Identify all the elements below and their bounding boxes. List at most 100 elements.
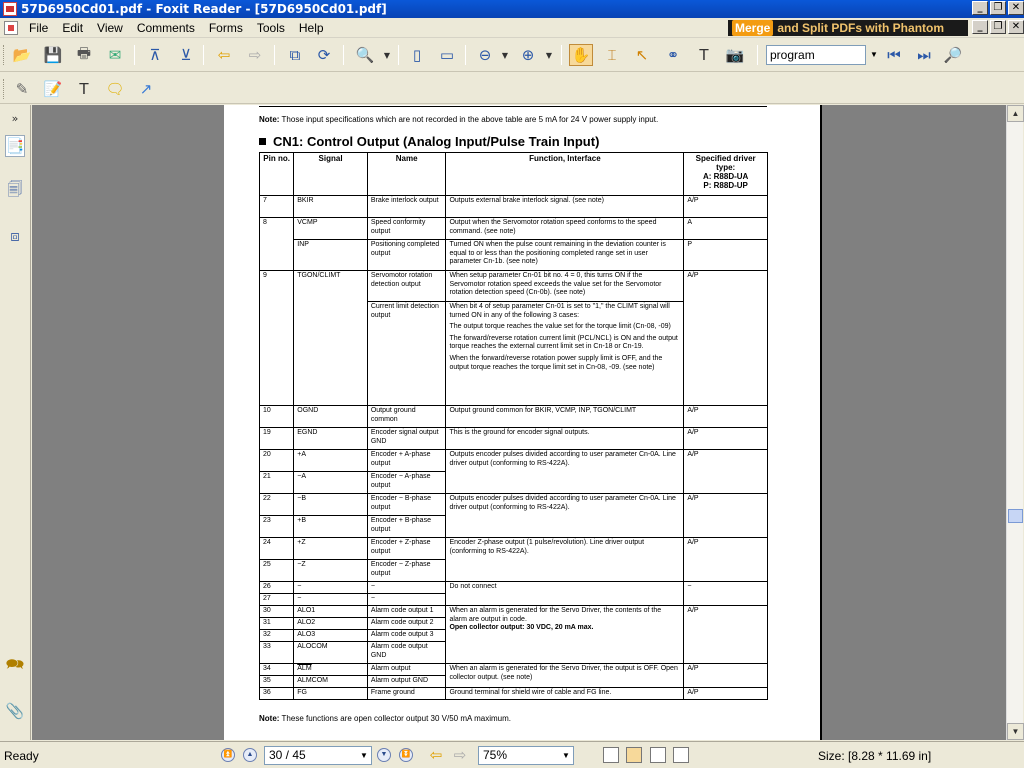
cell-signal: ALOCOM — [293, 641, 368, 664]
doc-close-button[interactable]: ✕ — [1008, 20, 1024, 34]
table-row: 7 BKIR Brake interlock output Outputs ex… — [258, 195, 768, 218]
bookmarks-icon[interactable]: 📑 — [5, 135, 25, 157]
forward-arrow-icon[interactable]: ⇨ — [243, 44, 267, 66]
prev-page-icon[interactable]: ▲ — [243, 748, 257, 762]
first-page-icon[interactable]: ⏫ — [221, 748, 235, 762]
table-row: INP Positioning completed output Turned … — [260, 239, 768, 271]
select-arrow-icon[interactable]: ↖ — [630, 44, 654, 66]
zoom-plus-dropdown-icon[interactable]: ▼ — [543, 44, 555, 66]
section-title-text: CN1: Control Output (Analog Input/Pulse … — [273, 134, 600, 149]
zoom-dropdown-icon[interactable]: ▼ — [560, 747, 572, 764]
status-back-icon[interactable]: ⇦ — [424, 744, 448, 766]
zoom-out-icon[interactable]: ⊖ — [473, 44, 497, 66]
close-button[interactable]: ✕ — [1008, 1, 1024, 15]
menu-tools[interactable]: Tools — [250, 19, 292, 37]
search-previous-icon[interactable]: ⏮ — [882, 44, 906, 66]
cell-pin: 30 — [258, 605, 295, 618]
status-forward-icon[interactable]: ⇨ — [448, 744, 472, 766]
restore-button[interactable]: ❐ — [990, 1, 1006, 15]
scroll-up-icon[interactable]: ▲ — [1007, 105, 1024, 122]
zoom-level-field[interactable]: 75% ▼ — [478, 746, 574, 765]
table-row: 19 EGND Encoder signal output GND This i… — [258, 427, 768, 450]
pages-thumbnails-icon[interactable]: 🗐 — [5, 180, 25, 202]
zoom-plus-icon[interactable]: ⊕ — [516, 44, 540, 66]
cell-name: Encoder − Z-phase output — [366, 559, 447, 582]
cell-signal: −A — [293, 471, 368, 494]
facing-view-icon[interactable] — [650, 747, 666, 763]
continuous-view-icon[interactable] — [626, 747, 642, 763]
cell-signal: −Z — [293, 559, 368, 582]
back-arrow-icon[interactable]: ⇦ — [212, 44, 236, 66]
search-icon[interactable]: 🔎 — [941, 44, 965, 66]
cell-pin: 21 — [258, 471, 295, 494]
zoom-dropdown-icon[interactable]: ▼ — [381, 44, 393, 66]
continuous-facing-view-icon[interactable] — [673, 747, 689, 763]
select-text-icon[interactable]: ⌶ — [600, 44, 624, 66]
header-signal: Signal — [293, 152, 368, 196]
rotate-pages-icon[interactable]: ⟳ — [312, 44, 336, 66]
bullet-square-icon — [259, 138, 266, 145]
toolbar-separator — [757, 45, 758, 65]
menu-forms[interactable]: Forms — [202, 19, 250, 37]
extract-pages-icon[interactable]: ⧉ — [283, 44, 307, 66]
zoom-out-dropdown-icon[interactable]: ▼ — [499, 44, 511, 66]
snapshot-camera-icon[interactable]: 📷 — [723, 44, 747, 66]
zoom-in-icon[interactable]: 🔍 — [353, 44, 377, 66]
last-page-icon[interactable]: ⏬ — [399, 748, 413, 762]
cell-driver: A/P — [683, 195, 768, 218]
comment-note-icon[interactable]: 🗨 — [103, 78, 127, 100]
promo-banner[interactable]: Merge and Split PDFs with Phantom — [728, 20, 968, 36]
table-header-row: Pin no. Signal Name Function, Interface … — [258, 152, 768, 196]
toolbar-separator — [561, 45, 562, 65]
function-text: When an alarm is generated for the Servo… — [449, 607, 662, 623]
vertical-scrollbar[interactable]: ▲ ▼ — [1006, 105, 1024, 740]
open-icon[interactable]: 📂 — [10, 44, 34, 66]
cell-name: Brake interlock output — [366, 195, 447, 218]
comments-panel-icon[interactable]: 🗪 — [5, 655, 25, 677]
document-view[interactable]: Note: Those input specifications which a… — [32, 105, 1006, 740]
email-icon[interactable]: ✉ — [103, 44, 127, 66]
search-dropdown-icon[interactable]: ▼ — [868, 45, 880, 65]
cell-signal: BKIR — [293, 195, 368, 218]
attachments-icon[interactable]: 📎 — [5, 700, 25, 722]
toolbar-grip[interactable] — [3, 45, 6, 65]
page-number-field[interactable]: 30 / 45 ▼ — [264, 746, 372, 765]
page-dropdown-icon[interactable]: ▼ — [358, 747, 370, 764]
panel-expand-icon[interactable]: » — [5, 107, 25, 129]
scroll-thumb[interactable] — [1008, 509, 1023, 523]
search-input[interactable]: program — [766, 45, 866, 65]
text-box-icon[interactable]: T — [72, 78, 96, 100]
arrow-tool-icon[interactable]: ↗ — [134, 78, 158, 100]
menu-edit[interactable]: Edit — [55, 19, 90, 37]
document-window-controls: _ ❐ ✕ — [972, 20, 1024, 34]
function-para: When bit 4 of setup parameter Cn-01 is s… — [449, 303, 670, 319]
menu-view[interactable]: View — [90, 19, 130, 37]
table-row: 10 OGND Output ground common Output grou… — [258, 405, 768, 428]
cell-driver: A/P — [683, 605, 768, 664]
toolbar-grip[interactable] — [3, 79, 6, 99]
cell-driver: A/P — [683, 449, 768, 494]
next-page-nav-icon[interactable]: ▼ — [377, 748, 391, 762]
menu-help[interactable]: Help — [292, 19, 331, 37]
pencil-icon[interactable]: ✎ — [10, 78, 34, 100]
hand-icon[interactable]: ✋ — [569, 44, 593, 66]
print-icon[interactable]: 🖶 — [72, 44, 96, 66]
menu-comments[interactable]: Comments — [130, 19, 202, 37]
save-icon[interactable]: 💾 — [41, 44, 65, 66]
minimize-button[interactable]: _ — [972, 1, 988, 15]
layers-icon[interactable]: ⧈ — [5, 225, 25, 247]
alm-signal-text: ALM — [297, 665, 312, 672]
next-page-icon[interactable]: ⊻ — [174, 44, 198, 66]
find-binoculars-icon[interactable]: ⚭ — [661, 44, 685, 66]
doc-restore-button[interactable]: ❐ — [990, 20, 1006, 34]
single-page-view-icon[interactable] — [603, 747, 619, 763]
menu-file[interactable]: File — [22, 19, 55, 37]
search-next-icon[interactable]: ⏭ — [912, 44, 936, 66]
scroll-down-icon[interactable]: ▼ — [1007, 723, 1024, 740]
typewriter-icon[interactable]: T — [692, 44, 716, 66]
fit-page-icon[interactable]: ▯ — [405, 44, 429, 66]
previous-page-icon[interactable]: ⊼ — [143, 44, 167, 66]
doc-minimize-button[interactable]: _ — [972, 20, 988, 34]
fit-width-icon[interactable]: ▭ — [435, 44, 459, 66]
note-edit-icon[interactable]: 📝 — [41, 78, 65, 100]
